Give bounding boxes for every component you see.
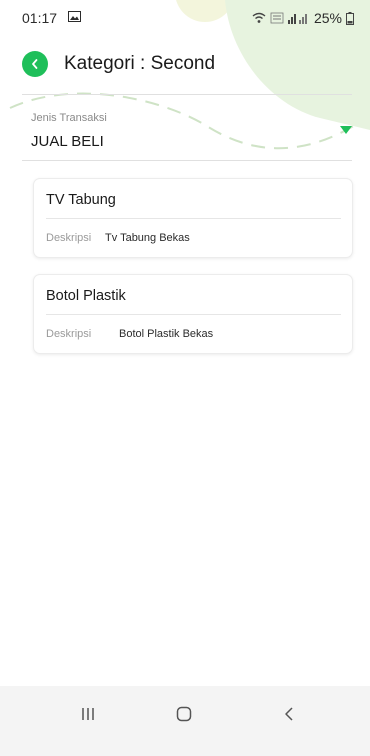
card-divider bbox=[46, 314, 341, 315]
item-desc-value: Tv Tabung Bekas bbox=[105, 232, 190, 244]
system-nav-bar bbox=[0, 686, 370, 756]
status-indicators: 25% bbox=[252, 10, 354, 26]
battery-percent: 25% bbox=[313, 10, 342, 26]
status-bar: 01:17 25% bbox=[0, 0, 370, 34]
card-divider bbox=[46, 218, 341, 219]
battery-icon bbox=[346, 11, 354, 25]
item-desc-label: Deskripsi bbox=[46, 328, 92, 340]
signal-icon bbox=[287, 14, 307, 24]
volte-icon bbox=[270, 12, 284, 24]
app-header: Kategori : Second bbox=[22, 50, 215, 78]
wifi-icon bbox=[252, 12, 266, 23]
item-desc-value: Botol Plastik Bekas bbox=[119, 328, 214, 340]
gallery-icon bbox=[68, 11, 81, 22]
field-value: JUAL BELI bbox=[31, 133, 104, 150]
item-desc-label: Deskripsi bbox=[46, 232, 92, 244]
transaction-type-dropdown[interactable]: Jenis Transaksi JUAL BELI bbox=[22, 108, 352, 160]
recent-apps-icon[interactable] bbox=[81, 706, 95, 722]
header-divider bbox=[22, 94, 352, 95]
status-time: 01:17 bbox=[22, 10, 58, 26]
back-icon[interactable] bbox=[284, 706, 294, 722]
field-divider bbox=[22, 160, 352, 161]
back-button[interactable] bbox=[22, 51, 48, 77]
page-title: Kategori : Second bbox=[64, 53, 216, 74]
dropdown-triangle-icon[interactable] bbox=[340, 126, 352, 135]
item-card[interactable]: TV Tabung Deskripsi Tv Tabung Bekas bbox=[33, 178, 353, 258]
field-label: Jenis Transaksi bbox=[31, 112, 107, 124]
item-title: Botol Plastik bbox=[46, 288, 126, 304]
chevron-left-icon bbox=[32, 59, 38, 69]
home-icon[interactable] bbox=[176, 706, 192, 722]
item-title: TV Tabung bbox=[46, 192, 116, 208]
item-card[interactable]: Botol Plastik Deskripsi Botol Plastik Be… bbox=[33, 274, 353, 354]
